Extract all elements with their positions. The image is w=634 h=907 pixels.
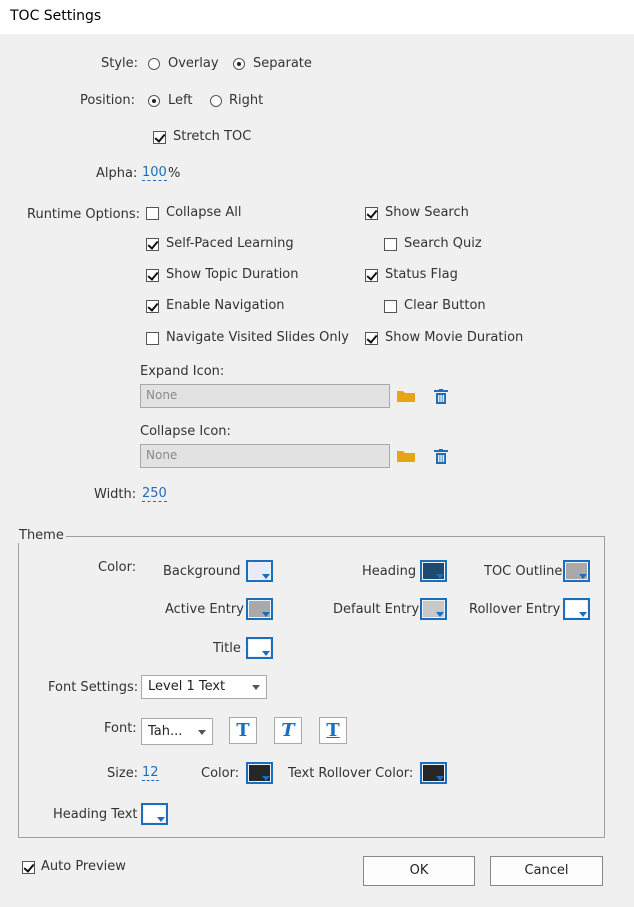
title-color-swatch[interactable] bbox=[246, 637, 273, 659]
trash-icon[interactable] bbox=[434, 449, 448, 464]
font-settings-label: Font Settings: bbox=[48, 680, 139, 695]
stretch-toc-label[interactable]: Stretch TOC bbox=[173, 129, 251, 144]
search-quiz-label[interactable]: Search Quiz bbox=[404, 236, 482, 251]
collapse-all-checkbox[interactable] bbox=[146, 207, 159, 220]
enable-navigation-checkbox[interactable] bbox=[146, 300, 159, 313]
show-search-label[interactable]: Show Search bbox=[385, 205, 469, 220]
ok-button[interactable]: OK bbox=[363, 856, 475, 886]
show-topic-duration-label[interactable]: Show Topic Duration bbox=[166, 267, 299, 282]
heading-label: Heading bbox=[362, 564, 417, 579]
self-paced-learning-checkbox[interactable] bbox=[146, 238, 159, 251]
style-overlay-label[interactable]: Overlay bbox=[168, 56, 219, 71]
collapse-icon-label: Collapse Icon: bbox=[140, 424, 231, 439]
italic-icon: T bbox=[281, 720, 295, 741]
heading-text-label: Heading Text bbox=[53, 807, 138, 822]
text-color-label: Color: bbox=[201, 766, 240, 781]
style-overlay-radio[interactable] bbox=[148, 58, 160, 70]
trash-icon[interactable] bbox=[434, 389, 448, 404]
alpha-value[interactable]: 100 bbox=[142, 165, 167, 181]
auto-preview-label[interactable]: Auto Preview bbox=[41, 859, 126, 874]
text-rollover-color-swatch[interactable] bbox=[420, 762, 447, 784]
bold-icon: T bbox=[236, 720, 250, 741]
stretch-toc-checkbox[interactable] bbox=[153, 131, 166, 144]
cancel-button[interactable]: Cancel bbox=[490, 856, 603, 886]
style-label: Style: bbox=[101, 56, 139, 71]
expand-icon-field[interactable]: None bbox=[140, 384, 390, 408]
position-label: Position: bbox=[80, 93, 135, 108]
font-settings-value: Level 1 Text bbox=[148, 679, 226, 694]
active-entry-color-swatch[interactable] bbox=[246, 598, 273, 620]
rollover-entry-label: Rollover Entry bbox=[469, 602, 561, 617]
navigate-visited-slides-checkbox[interactable] bbox=[146, 332, 159, 345]
text-color-swatch[interactable] bbox=[246, 762, 273, 784]
underline-icon: T bbox=[326, 720, 340, 741]
show-search-checkbox[interactable] bbox=[365, 207, 378, 220]
position-right-label[interactable]: Right bbox=[229, 93, 263, 108]
folder-icon[interactable] bbox=[397, 390, 415, 402]
collapse-all-label[interactable]: Collapse All bbox=[166, 205, 242, 220]
show-movie-duration-checkbox[interactable] bbox=[365, 332, 378, 345]
title-color-label: Title bbox=[213, 641, 241, 656]
heading-color-swatch[interactable] bbox=[420, 560, 447, 582]
status-flag-checkbox[interactable] bbox=[365, 269, 378, 282]
active-entry-label: Active Entry bbox=[165, 602, 244, 617]
navigate-visited-slides-label[interactable]: Navigate Visited Slides Only bbox=[166, 330, 349, 345]
style-separate-radio[interactable] bbox=[233, 58, 245, 70]
clear-button-label[interactable]: Clear Button bbox=[404, 298, 486, 313]
auto-preview-checkbox[interactable] bbox=[22, 861, 35, 874]
chevron-down-icon bbox=[198, 730, 206, 735]
show-topic-duration-checkbox[interactable] bbox=[146, 269, 159, 282]
clear-button-checkbox[interactable] bbox=[384, 300, 397, 313]
runtime-options-label: Runtime Options: bbox=[27, 207, 140, 222]
background-color-swatch[interactable] bbox=[246, 560, 273, 582]
size-value[interactable]: 12 bbox=[142, 765, 159, 781]
collapse-icon-field[interactable]: None bbox=[140, 444, 390, 468]
style-separate-label[interactable]: Separate bbox=[253, 56, 312, 71]
rollover-entry-color-swatch[interactable] bbox=[563, 598, 590, 620]
underline-button[interactable]: T bbox=[319, 717, 347, 744]
title-bar: TOC Settings bbox=[0, 0, 634, 34]
toc-outline-label: TOC Outline bbox=[484, 564, 563, 579]
self-paced-learning-label[interactable]: Self-Paced Learning bbox=[166, 236, 294, 251]
show-movie-duration-label[interactable]: Show Movie Duration bbox=[385, 330, 523, 345]
font-settings-dropdown[interactable]: Level 1 Text bbox=[141, 675, 267, 699]
font-dropdown[interactable]: Tah... bbox=[141, 718, 213, 745]
window-title: TOC Settings bbox=[10, 8, 102, 24]
position-left-label[interactable]: Left bbox=[168, 93, 192, 108]
theme-color-label: Color: bbox=[98, 560, 137, 575]
enable-navigation-label[interactable]: Enable Navigation bbox=[166, 298, 285, 313]
search-quiz-checkbox[interactable] bbox=[384, 238, 397, 251]
toc-outline-color-swatch[interactable] bbox=[563, 560, 590, 582]
background-label: Background bbox=[163, 564, 241, 579]
heading-text-color-swatch[interactable] bbox=[141, 803, 168, 825]
folder-icon[interactable] bbox=[397, 450, 415, 462]
alpha-unit: % bbox=[168, 166, 181, 181]
alpha-label: Alpha: bbox=[96, 166, 138, 181]
italic-button[interactable]: T bbox=[274, 717, 302, 744]
theme-title: Theme bbox=[17, 528, 66, 543]
bold-button[interactable]: T bbox=[229, 717, 257, 744]
status-flag-label[interactable]: Status Flag bbox=[385, 267, 458, 282]
position-right-radio[interactable] bbox=[210, 95, 222, 107]
chevron-down-icon bbox=[252, 685, 260, 690]
width-label: Width: bbox=[94, 487, 137, 502]
size-label: Size: bbox=[107, 766, 139, 781]
font-value: Tah... bbox=[148, 724, 183, 739]
position-left-radio[interactable] bbox=[148, 95, 160, 107]
width-value[interactable]: 250 bbox=[142, 486, 167, 502]
default-entry-label: Default Entry bbox=[333, 602, 420, 617]
expand-icon-label: Expand Icon: bbox=[140, 364, 225, 379]
font-label: Font: bbox=[104, 721, 137, 736]
text-rollover-color-label: Text Rollover Color: bbox=[288, 766, 414, 781]
default-entry-color-swatch[interactable] bbox=[420, 598, 447, 620]
